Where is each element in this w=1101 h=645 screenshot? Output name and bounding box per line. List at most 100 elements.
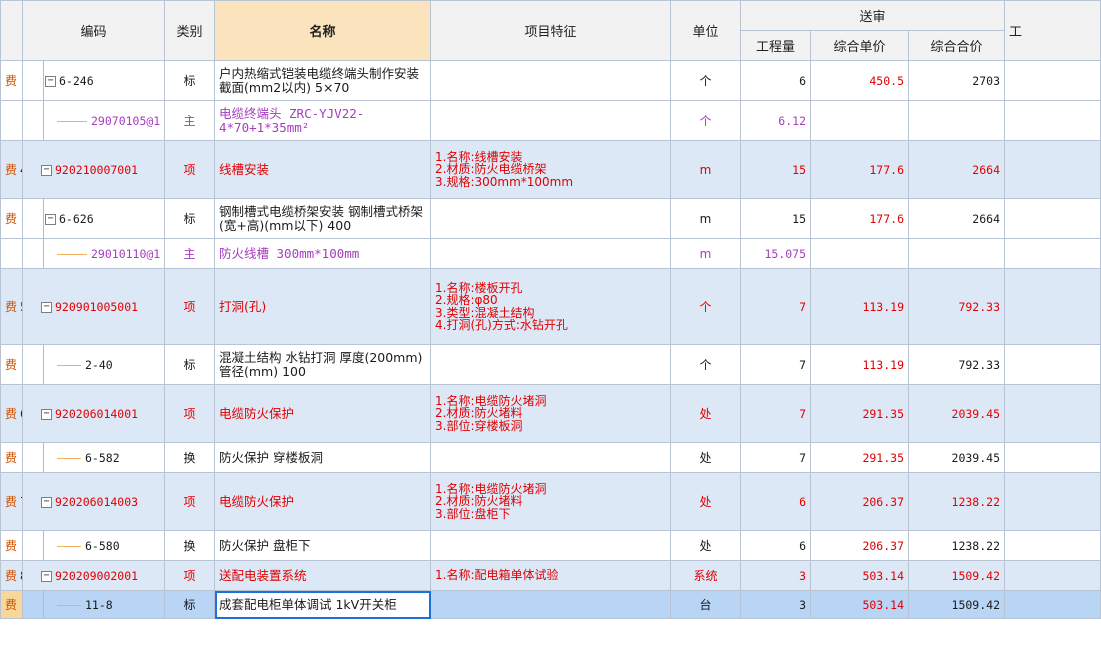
table-row[interactable]: 29070105@1 主 电缆终端头 ZRC-YJV22-4*70+1*35mm² 个…: [0, 100, 1101, 141]
next-col-cell[interactable]: [1004, 560, 1101, 591]
code-cell[interactable]: 29010110@1: [22, 238, 165, 269]
unit-cell[interactable]: 个: [670, 100, 741, 141]
category-cell[interactable]: 项: [164, 472, 215, 531]
table-row[interactable]: 费 11-8 标 成套配电柜单体调试 1kV开关柜 台 3 503.14 1509.42: [0, 590, 1101, 619]
feature-cell[interactable]: [430, 60, 671, 101]
unit-cell[interactable]: 处: [670, 472, 741, 531]
col-header-next[interactable]: 工: [1004, 0, 1101, 61]
table-row[interactable]: 费 6-582 换 防火保护 穿楼板洞 处 7 291.35 2039.45: [0, 442, 1101, 473]
row-index[interactable]: 费8: [0, 560, 23, 591]
total-cell[interactable]: 2703: [908, 60, 1005, 101]
col-header-total[interactable]: 综合合价: [908, 30, 1005, 61]
table-row[interactable]: 费 −6-626 标 钢制槽式电缆桥架安装 钢制槽式桥架(宽+高)(mm以下) 400…: [0, 198, 1101, 239]
total-cell[interactable]: 2039.45: [908, 442, 1005, 473]
qty-cell[interactable]: 7: [740, 442, 811, 473]
collapse-toggle-icon[interactable]: −: [41, 301, 52, 313]
name-cell[interactable]: 户内热缩式铠装电缆终端头制作安装 截面(mm2以内) 5×70: [214, 60, 431, 101]
unit-price-cell[interactable]: [810, 238, 909, 269]
code-cell[interactable]: 6-580: [22, 530, 165, 561]
category-cell[interactable]: 主: [164, 100, 215, 141]
collapse-toggle-icon[interactable]: −: [41, 164, 52, 176]
code-cell[interactable]: 11-8: [22, 590, 165, 619]
row-index[interactable]: 费7: [0, 472, 23, 531]
category-cell[interactable]: 项: [164, 384, 215, 443]
row-index[interactable]: 费: [0, 442, 23, 473]
category-cell[interactable]: 项: [164, 268, 215, 345]
unit-price-cell[interactable]: 113.19: [810, 344, 909, 385]
row-index[interactable]: [0, 100, 23, 141]
code-cell[interactable]: 29070105@1: [22, 100, 165, 141]
feature-cell[interactable]: 1.名称:电缆防火堵洞 2.材质:防火堵料 3.部位:穿楼板洞: [430, 384, 671, 443]
table-row[interactable]: 费 2-40 标 混凝土结构 水钻打洞 厚度(200mm) 管径(mm) 100 个 7 1…: [0, 344, 1101, 385]
col-header-feature[interactable]: 项目特征: [430, 0, 671, 61]
name-cell[interactable]: 成套配电柜单体调试 1kV开关柜: [214, 590, 431, 619]
code-cell[interactable]: −920210007001: [22, 140, 165, 199]
col-header-code[interactable]: 编码: [22, 0, 165, 61]
qty-cell[interactable]: 15.075: [740, 238, 811, 269]
qty-cell[interactable]: 15: [740, 198, 811, 239]
unit-price-cell[interactable]: 206.37: [810, 530, 909, 561]
row-index[interactable]: 费: [0, 198, 23, 239]
unit-price-cell[interactable]: 177.6: [810, 140, 909, 199]
unit-price-cell[interactable]: 177.6: [810, 198, 909, 239]
unit-price-cell[interactable]: 113.19: [810, 268, 909, 345]
qty-cell[interactable]: 7: [740, 384, 811, 443]
table-row[interactable]: 费7−920206014003项电缆防火保护1.名称:电缆防火堵洞 2.材质:防…: [0, 472, 1101, 531]
col-header-name[interactable]: 名称: [214, 0, 431, 61]
unit-price-cell[interactable]: 450.5: [810, 60, 909, 101]
name-cell[interactable]: 送配电装置系统: [214, 560, 431, 591]
code-cell[interactable]: −920206014001: [22, 384, 165, 443]
next-col-cell[interactable]: [1004, 100, 1101, 141]
table-row[interactable]: 费6−920206014001项电缆防火保护1.名称:电缆防火堵洞 2.材质:防…: [0, 384, 1101, 443]
table-row[interactable]: 费4−920210007001项线槽安装1.名称:线槽安装 2.材质:防火电缆桥…: [0, 140, 1101, 199]
next-col-cell[interactable]: [1004, 60, 1101, 101]
qty-cell[interactable]: 7: [740, 268, 811, 345]
qty-cell[interactable]: 3: [740, 590, 811, 619]
total-cell[interactable]: 2664: [908, 198, 1005, 239]
next-col-cell[interactable]: [1004, 472, 1101, 531]
feature-cell[interactable]: 1.名称:线槽安装 2.材质:防火电缆桥架 3.规格:300mm*100mm: [430, 140, 671, 199]
code-cell[interactable]: −920206014003: [22, 472, 165, 531]
row-index[interactable]: 费4: [0, 140, 23, 199]
name-cell[interactable]: 线槽安装: [214, 140, 431, 199]
col-group-submit[interactable]: 送审: [740, 0, 1005, 31]
code-cell[interactable]: −6-246: [22, 60, 165, 101]
name-cell[interactable]: 防火线槽 300mm*100mm: [214, 238, 431, 269]
feature-cell[interactable]: [430, 344, 671, 385]
next-col-cell[interactable]: [1004, 344, 1101, 385]
qty-cell[interactable]: 3: [740, 560, 811, 591]
row-index[interactable]: 费: [0, 530, 23, 561]
unit-price-cell[interactable]: 291.35: [810, 442, 909, 473]
qty-cell[interactable]: 6: [740, 472, 811, 531]
next-col-cell[interactable]: [1004, 268, 1101, 345]
total-cell[interactable]: 1509.42: [908, 590, 1005, 619]
feature-cell[interactable]: 1.名称:楼板开孔 2.规格:φ80 3.类型:混凝土结构 4.打洞(孔)方式:…: [430, 268, 671, 345]
collapse-toggle-icon[interactable]: −: [41, 496, 52, 508]
table-row[interactable]: 29010110@1 主 防火线槽 300mm*100mm m 15.075: [0, 238, 1101, 269]
row-index[interactable]: 费: [0, 60, 23, 101]
feature-cell[interactable]: [430, 530, 671, 561]
unit-cell[interactable]: 处: [670, 530, 741, 561]
table-row[interactable]: 费5−920901005001项打洞(孔)1.名称:楼板开孔 2.规格:φ80 …: [0, 268, 1101, 345]
unit-cell[interactable]: m: [670, 238, 741, 269]
unit-price-cell[interactable]: 503.14: [810, 590, 909, 619]
unit-cell[interactable]: 台: [670, 590, 741, 619]
feature-cell[interactable]: [430, 238, 671, 269]
row-index[interactable]: 费: [0, 590, 23, 619]
name-cell[interactable]: 电缆终端头 ZRC-YJV22-4*70+1*35mm²: [214, 100, 431, 141]
category-cell[interactable]: 项: [164, 140, 215, 199]
qty-cell[interactable]: 6.12: [740, 100, 811, 141]
name-cell[interactable]: 钢制槽式电缆桥架安装 钢制槽式桥架(宽+高)(mm以下) 400: [214, 198, 431, 239]
qty-cell[interactable]: 7: [740, 344, 811, 385]
code-cell[interactable]: −920901005001: [22, 268, 165, 345]
feature-cell[interactable]: [430, 590, 671, 619]
qty-cell[interactable]: 6: [740, 60, 811, 101]
qty-cell[interactable]: 15: [740, 140, 811, 199]
unit-cell[interactable]: 处: [670, 384, 741, 443]
total-cell[interactable]: 1238.22: [908, 530, 1005, 561]
row-index[interactable]: 费6: [0, 384, 23, 443]
name-cell[interactable]: 电缆防火保护: [214, 472, 431, 531]
collapse-toggle-icon[interactable]: −: [45, 213, 56, 225]
name-cell[interactable]: 防火保护 穿楼板洞: [214, 442, 431, 473]
collapse-toggle-icon[interactable]: −: [41, 570, 52, 582]
